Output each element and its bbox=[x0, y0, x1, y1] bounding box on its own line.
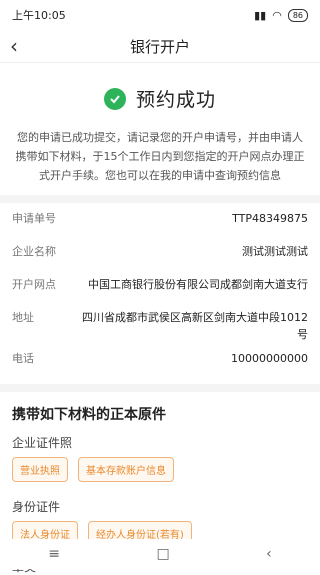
info-row-company-name: 企业名称 测试测试测试 bbox=[12, 236, 308, 269]
materials-tags-company: 营业执照 基本存款账户信息 bbox=[0, 457, 320, 482]
page-title: 银行开户 bbox=[129, 37, 190, 56]
material-tag: 营业执照 bbox=[12, 457, 68, 482]
success-text: 预约成功 bbox=[135, 89, 216, 111]
success-description: 您的申请已成功提交，请记录您的开户申请号，并由申请人携带如下材料，于15个工作日… bbox=[15, 131, 305, 182]
home-icon[interactable]: □ bbox=[156, 546, 169, 562]
battery-icon: 86 bbox=[287, 8, 308, 22]
info-label: 地址 bbox=[12, 311, 34, 324]
system-nav-bar: ≡ □ ‹ bbox=[0, 539, 320, 569]
menu-icon[interactable]: ≡ bbox=[48, 546, 60, 562]
info-row-application-no: 申请单号 TTP48349875 bbox=[12, 203, 308, 236]
status-icons: ▮▮ ◠ 86 bbox=[254, 8, 308, 22]
back-arrow-icon[interactable]: ‹ bbox=[10, 30, 18, 62]
info-value: 四川省成都市武侯区高新区剑南大道中段1012号 bbox=[82, 311, 308, 341]
info-value: 10000000000 bbox=[231, 352, 308, 365]
materials-group-id: 身份证件 bbox=[12, 500, 61, 514]
divider bbox=[0, 195, 320, 203]
success-check-icon bbox=[103, 87, 126, 110]
status-bar: 上午10:05 ▮▮ ◠ 86 bbox=[0, 0, 320, 30]
header: ‹ 银行开户 bbox=[0, 30, 320, 63]
info-label: 申请单号 bbox=[12, 212, 56, 225]
info-value: 测试测试测试 bbox=[242, 245, 308, 258]
success-banner: 预约成功 bbox=[0, 85, 320, 112]
info-row-phone: 电话 10000000000 bbox=[12, 343, 308, 376]
application-info: 申请单号 TTP48349875 企业名称 测试测试测试 开户网点 中国工商银行… bbox=[0, 203, 320, 376]
info-label: 开户网点 bbox=[12, 278, 56, 291]
wifi-icon: ◠ bbox=[272, 8, 282, 22]
info-value: 中国工商银行股份有限公司成都剑南大道支行 bbox=[88, 278, 308, 291]
info-label: 企业名称 bbox=[12, 245, 56, 258]
info-row-branch: 开户网点 中国工商银行股份有限公司成都剑南大道支行 bbox=[12, 269, 308, 302]
signal-icon: ▮▮ bbox=[254, 8, 267, 22]
material-tag: 基本存款账户信息 bbox=[78, 457, 174, 482]
materials-group-company: 企业证件照 bbox=[12, 436, 73, 450]
info-row-address: 地址 四川省成都市武侯区高新区剑南大道中段1012号 bbox=[12, 302, 308, 343]
info-label: 电话 bbox=[12, 352, 34, 365]
info-value: TTP48349875 bbox=[232, 212, 308, 225]
back-icon[interactable]: ‹ bbox=[266, 546, 272, 562]
status-time: 上午10:05 bbox=[12, 9, 66, 22]
materials-title: 携带如下材料的正本原件 bbox=[0, 384, 320, 428]
